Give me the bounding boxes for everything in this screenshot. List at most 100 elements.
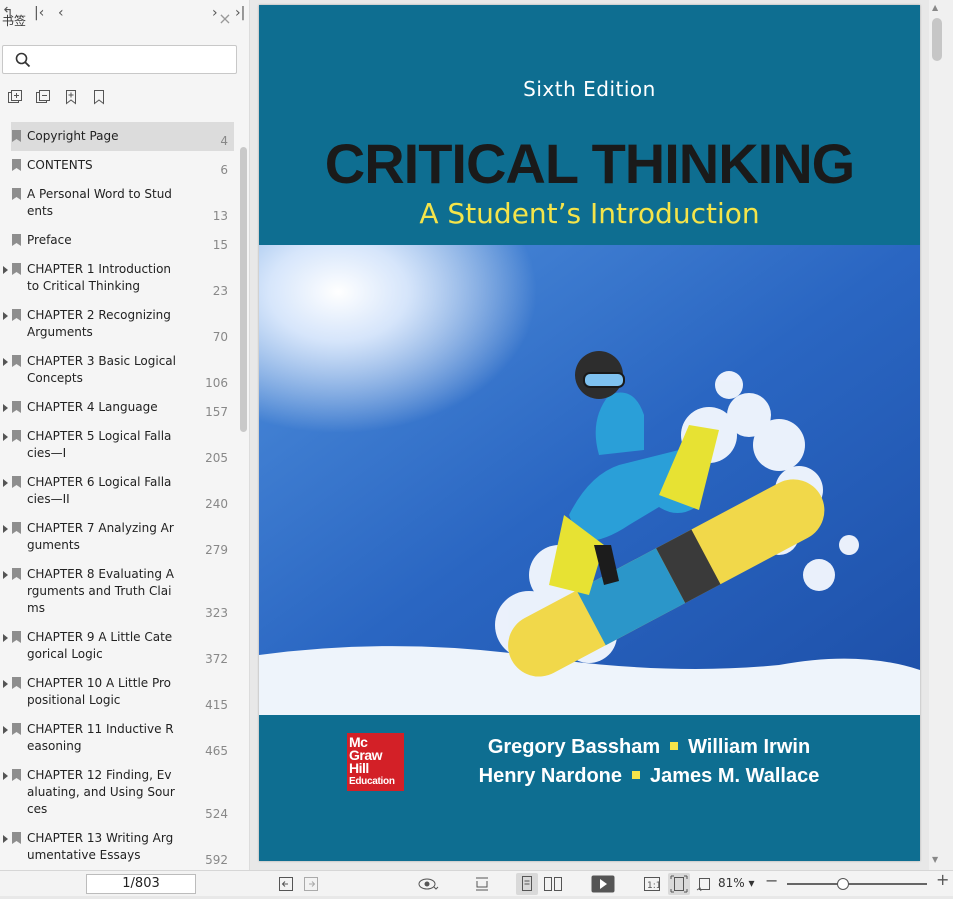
bookmark-flag-icon: [12, 631, 21, 643]
bookmark-label: Preface: [27, 233, 72, 247]
bookmark-label: A Personal Word to Students: [27, 187, 172, 218]
bookmark-flag-icon: [12, 355, 21, 367]
bookmark-item[interactable]: CHAPTER 6 Logical Fallacies—II 240: [0, 468, 238, 514]
bookmark-icon[interactable]: [91, 89, 107, 105]
bookmark-search[interactable]: [2, 45, 237, 74]
bookmark-item[interactable]: CONTENTS 6: [0, 151, 238, 180]
scroll-down-icon[interactable]: ▼: [932, 855, 938, 864]
bookmark-label: CHAPTER 4 Language: [27, 400, 158, 414]
fit-width-icon[interactable]: [474, 876, 490, 892]
bookmark-page-number: 4: [220, 134, 228, 148]
bookmark-item[interactable]: CHAPTER 5 Logical Fallacies—I 205: [0, 422, 238, 468]
bookmark-page-number: 70: [212, 330, 228, 344]
expand-arrow-icon[interactable]: [3, 266, 8, 274]
bookmark-item[interactable]: Preface 15: [0, 226, 238, 255]
bookmark-item[interactable]: CHAPTER 1 Introduction to Critical Think…: [0, 255, 238, 301]
forward-icon[interactable]: [304, 877, 318, 891]
bookmark-page-number: 415: [205, 698, 228, 712]
bookmark-item[interactable]: CHAPTER 9 A Little Categorical Logic 372: [0, 623, 238, 669]
scroll-up-icon[interactable]: ▲: [932, 3, 938, 12]
bookmark-label: CHAPTER 9 A Little Categorical Logic: [27, 630, 173, 661]
bookmark-item[interactable]: CHAPTER 4 Language 157: [0, 393, 238, 422]
expand-arrow-icon[interactable]: [3, 571, 8, 579]
viewer-scrollbar[interactable]: ▲ ▼: [929, 0, 953, 870]
bookmark-label: CHAPTER 12 Finding, Evaluating, and Usin…: [27, 768, 175, 816]
bookmark-item[interactable]: CHAPTER 13 Writing Argumentative Essays 5…: [0, 824, 238, 870]
bookmark-item[interactable]: CHAPTER 8 Evaluating Arguments and Truth…: [0, 560, 238, 623]
eye-protection-icon[interactable]: [418, 876, 440, 892]
bookmark-page-number: 106: [205, 376, 228, 390]
bookmark-flag-icon: [12, 309, 21, 321]
two-page-icon[interactable]: [543, 876, 563, 892]
bookmark-flag-icon: [12, 401, 21, 413]
bookmark-flag-icon: [12, 568, 21, 580]
author-name: Henry Nardone: [478, 765, 622, 787]
sidebar-scrollbar[interactable]: [240, 147, 247, 432]
svg-text:1:1: 1:1: [647, 881, 660, 891]
bookmark-page-number: 240: [205, 497, 228, 511]
expand-arrow-icon[interactable]: [3, 634, 8, 642]
sidebar-toggle-icon[interactable]: ↰: [2, 5, 14, 21]
zoom-slider-handle[interactable]: [837, 878, 849, 890]
slideshow-icon[interactable]: [591, 875, 615, 893]
bookmark-label: CHAPTER 7 Analyzing Arguments: [27, 521, 174, 552]
rotate-icon[interactable]: [696, 876, 712, 892]
bookmark-item[interactable]: A Personal Word to Students 13: [0, 180, 238, 226]
bookmark-label: CONTENTS: [27, 158, 93, 172]
single-page-button[interactable]: [516, 873, 538, 895]
first-page-icon[interactable]: |‹: [34, 5, 44, 21]
bookmark-page-number: 323: [205, 606, 228, 620]
expand-arrow-icon[interactable]: [3, 404, 8, 412]
bookmark-label: Copyright Page: [27, 129, 119, 143]
close-icon[interactable]: ×: [218, 11, 232, 27]
bookmark-item[interactable]: CHAPTER 7 Analyzing Arguments 279: [0, 514, 238, 560]
search-icon: [15, 52, 31, 68]
bookmark-flag-icon: [12, 476, 21, 488]
next-page-icon[interactable]: ›: [212, 5, 218, 21]
back-icon[interactable]: [279, 877, 293, 891]
bookmark-page-number: 592: [205, 853, 228, 867]
bookmark-page-number: 157: [205, 405, 228, 419]
scrollbar-thumb[interactable]: [932, 18, 942, 61]
add-bookmark-icon[interactable]: [63, 89, 79, 105]
book-cover-page: Sixth Edition CRITICAL THINKING A Studen…: [259, 5, 920, 861]
bookmark-item[interactable]: Copyright Page 4: [11, 122, 234, 151]
expand-arrow-icon[interactable]: [3, 680, 8, 688]
last-page-icon[interactable]: ›|: [235, 5, 245, 21]
bookmark-panel: 书签 × Copyright Page 4 CONTENTS 6 A Personal …: [0, 0, 250, 870]
collapse-all-icon[interactable]: [35, 89, 51, 105]
bookmark-item[interactable]: CHAPTER 11 Inductive Reasoning 465: [0, 715, 238, 761]
cover-edition: Sixth Edition: [523, 77, 656, 101]
bookmark-flag-icon: [12, 188, 21, 200]
bookmark-flag-icon: [12, 723, 21, 735]
expand-all-icon[interactable]: [7, 89, 23, 105]
bookmark-item[interactable]: CHAPTER 3 Basic Logical Concepts 106: [0, 347, 238, 393]
zoom-level[interactable]: 81% ▾: [718, 876, 755, 890]
zoom-slider[interactable]: [787, 878, 927, 890]
bookmark-flag-icon: [12, 263, 21, 275]
bookmark-page-number: 6: [220, 163, 228, 177]
previous-page-icon[interactable]: ‹: [58, 5, 64, 21]
page-number-field[interactable]: 1/803: [86, 874, 196, 894]
expand-arrow-icon[interactable]: [3, 835, 8, 843]
bookmark-label: CHAPTER 13 Writing Argumentative Essays: [27, 831, 174, 862]
expand-arrow-icon[interactable]: [3, 726, 8, 734]
expand-arrow-icon[interactable]: [3, 358, 8, 366]
bookmark-item[interactable]: CHAPTER 2 Recognizing Arguments 70: [0, 301, 238, 347]
expand-arrow-icon[interactable]: [3, 479, 8, 487]
actual-size-icon[interactable]: 1:1: [644, 877, 660, 891]
fit-page-button[interactable]: [668, 873, 690, 895]
zoom-in-icon[interactable]: +: [936, 872, 949, 888]
cover-subtitle: A Student’s Introduction: [419, 197, 760, 230]
bookmark-item[interactable]: CHAPTER 10 A Little Propositional Logic 4…: [0, 669, 238, 715]
expand-arrow-icon[interactable]: [3, 433, 8, 441]
bookmark-flag-icon: [12, 677, 21, 689]
expand-arrow-icon[interactable]: [3, 772, 8, 780]
zoom-out-icon[interactable]: −: [765, 873, 778, 889]
search-input[interactable]: [37, 50, 227, 70]
bookmark-page-number: 13: [212, 209, 228, 223]
bookmark-item[interactable]: CHAPTER 12 Finding, Evaluating, and Usin…: [0, 761, 238, 824]
publisher-logo: Mc Graw Hill Education: [347, 733, 404, 791]
expand-arrow-icon[interactable]: [3, 312, 8, 320]
expand-arrow-icon[interactable]: [3, 525, 8, 533]
